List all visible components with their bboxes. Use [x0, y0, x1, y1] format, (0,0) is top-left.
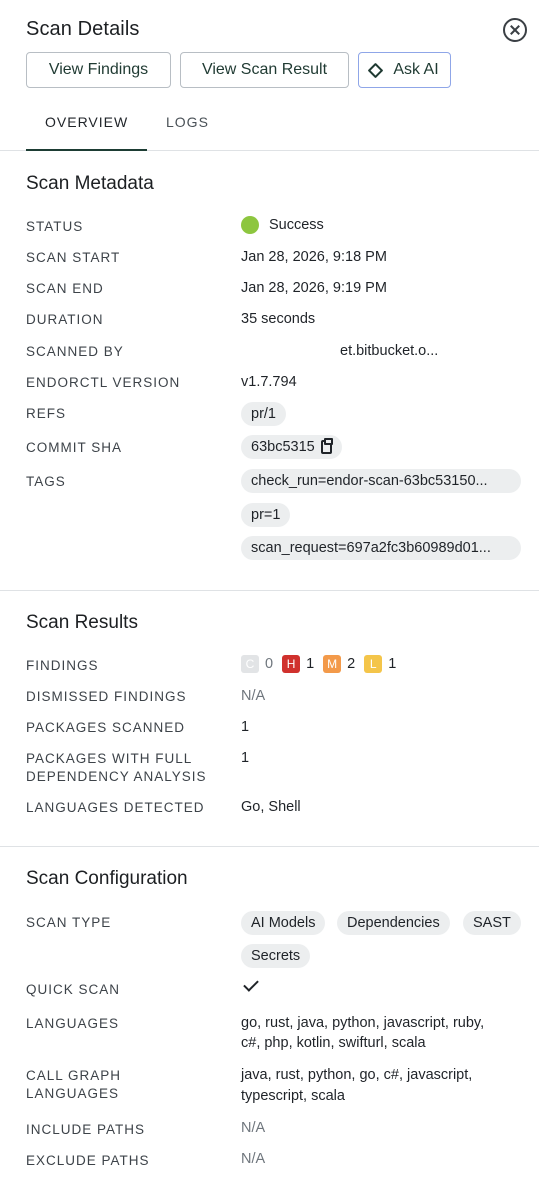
refs-label: REFS	[26, 406, 67, 421]
exclude-paths-value: N/A	[241, 1151, 266, 1167]
status-label: STATUS	[26, 219, 84, 234]
endorctl-version-label: ENDORCTL VERSION	[26, 375, 181, 390]
dismissed-findings-value: N/A	[241, 688, 266, 704]
section-title: Scan Results	[26, 612, 138, 633]
scan-results-section: Scan Results FINDINGS C 0 H 1 M 2 L 1 DI…	[0, 591, 539, 847]
packages-scanned-value: 1	[241, 719, 250, 735]
languages-detected-value: Go, Shell	[241, 799, 301, 815]
tab-bar: OVERVIEW LOGS	[0, 104, 539, 151]
tab-logs[interactable]: LOGS	[166, 114, 209, 130]
packages-scanned-label: PACKAGES SCANNED	[26, 720, 186, 735]
low-count: 1	[388, 656, 397, 672]
languages-label: LANGUAGES	[26, 1016, 120, 1031]
scan-type-chip: SAST	[463, 911, 521, 935]
close-icon[interactable]	[503, 18, 527, 42]
full-dependency-value: 1	[241, 750, 250, 766]
scan-end-label: SCAN END	[26, 281, 104, 296]
full-dependency-label-line1: PACKAGES WITH FULL	[26, 751, 193, 766]
high-count: 1	[306, 656, 315, 672]
scan-end-value: Jan 28, 2026, 9:19 PM	[241, 280, 387, 296]
call-graph-line1: java, rust, python, go, c#, javascript,	[241, 1067, 473, 1083]
refs-chip: pr/1	[241, 402, 286, 426]
view-scan-result-button[interactable]: View Scan Result	[180, 52, 349, 88]
call-graph-label-line2: LANGUAGES	[26, 1086, 120, 1101]
call-graph-line2: typescript, scala	[241, 1088, 345, 1104]
quick-scan-label: QUICK SCAN	[26, 982, 121, 997]
tag-chip: check_run=endor-scan-63bc53150...	[241, 469, 521, 493]
commit-sha-value: 63bc5315	[251, 439, 315, 455]
critical-count: 0	[265, 656, 274, 672]
scan-type-chip: Secrets	[241, 944, 311, 968]
medium-count: 2	[347, 656, 356, 672]
section-title: Scan Configuration	[26, 868, 188, 889]
ask-ai-button[interactable]: Ask AI	[358, 52, 451, 88]
header: Scan Details	[26, 18, 527, 42]
duration-value: 35 seconds	[241, 311, 316, 327]
commit-sha-chip: 63bc5315	[241, 435, 342, 459]
sparkle-icon	[368, 62, 384, 78]
scan-configuration-section: Scan Configuration SCAN TYPE AI Models D…	[0, 847, 539, 1199]
tag-chip: scan_request=697a2fc3b60989d01...	[241, 536, 521, 560]
scan-metadata-section: Scan Metadata STATUS Success SCAN START …	[0, 151, 539, 591]
findings-counts: C 0 H 1 M 2 L 1	[241, 655, 405, 673]
section-title: Scan Metadata	[26, 173, 154, 194]
duration-label: DURATION	[26, 312, 104, 327]
exclude-paths-label: EXCLUDE PATHS	[26, 1153, 150, 1168]
languages-line1: go, rust, java, python, javascript, ruby…	[241, 1015, 485, 1031]
copy-icon[interactable]	[320, 438, 333, 454]
critical-badge: C	[241, 655, 259, 673]
view-findings-button[interactable]: View Findings	[26, 52, 171, 88]
tab-overview[interactable]: OVERVIEW	[26, 114, 147, 151]
action-bar: View Findings View Scan Result Ask AI	[26, 52, 451, 88]
languages-line2: c#, php, kotlin, swifturl, scala	[241, 1035, 426, 1051]
dismissed-findings-label: DISMISSED FINDINGS	[26, 689, 187, 704]
scan-type-chip: AI Models	[241, 911, 326, 935]
scan-start-label: SCAN START	[26, 250, 121, 265]
status-text: Success	[269, 217, 324, 233]
tag-chip: pr=1	[241, 503, 291, 527]
scan-type-label: SCAN TYPE	[26, 915, 112, 930]
success-status-icon	[241, 216, 259, 235]
ask-ai-label: Ask AI	[393, 61, 439, 78]
check-icon	[243, 976, 259, 992]
include-paths-label: INCLUDE PATHS	[26, 1122, 146, 1137]
tags-label: TAGS	[26, 474, 66, 489]
commit-sha-label: COMMIT SHA	[26, 440, 123, 455]
scan-type-chip: Dependencies	[337, 911, 450, 935]
medium-badge: M	[323, 655, 342, 673]
scanned-by-value: et.bitbucket.o...	[340, 343, 439, 359]
low-badge: L	[364, 655, 383, 673]
status-value: Success	[241, 216, 324, 235]
languages-detected-label: LANGUAGES DETECTED	[26, 800, 205, 815]
endorctl-version-value: v1.7.794	[241, 374, 297, 390]
scan-start-value: Jan 28, 2026, 9:18 PM	[241, 249, 387, 265]
call-graph-label-line1: CALL GRAPH	[26, 1068, 122, 1083]
full-dependency-label-line2: DEPENDENCY ANALYSIS	[26, 769, 207, 784]
findings-label: FINDINGS	[26, 658, 99, 673]
high-badge: H	[282, 655, 301, 673]
include-paths-value: N/A	[241, 1120, 266, 1136]
page-title: Scan Details	[26, 18, 140, 40]
scanned-by-label: SCANNED BY	[26, 344, 124, 359]
